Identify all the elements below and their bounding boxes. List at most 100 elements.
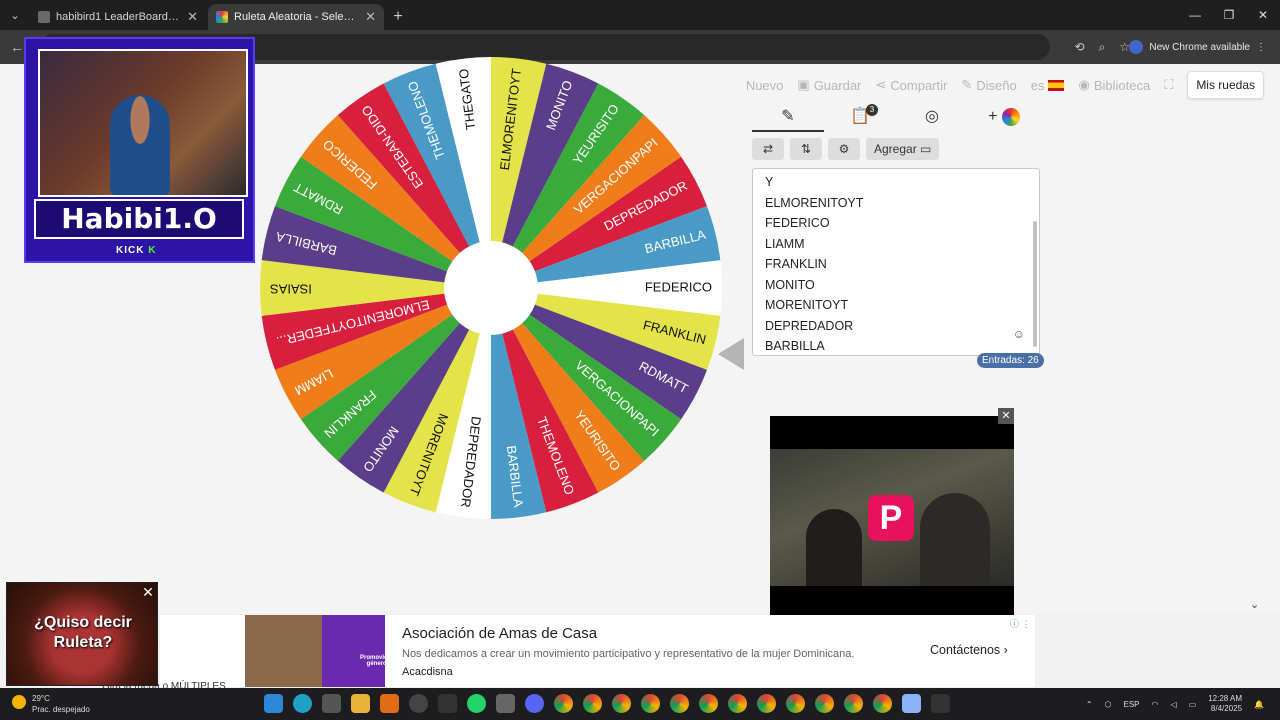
banner-ad[interactable]: Promoviendo la igualdad de género desde … xyxy=(160,615,1035,687)
chrome-icon[interactable] xyxy=(786,694,805,713)
wheel-pointer-arrow xyxy=(718,338,744,370)
chrome-icon[interactable] xyxy=(844,694,863,713)
results-tab[interactable]: 📋 3 xyxy=(824,102,896,132)
chrome-icon[interactable] xyxy=(670,694,689,713)
clock[interactable]: 12:28 AM 8/4/2025 xyxy=(1208,694,1242,714)
agregar-image-button[interactable]: Agregar ▭ xyxy=(866,138,940,160)
guardar-button[interactable]: ▣ Guardar xyxy=(797,77,861,93)
collapse-chevron-icon[interactable]: ⌄ xyxy=(1250,598,1259,611)
spain-flag-icon xyxy=(1048,79,1065,91)
chevron-right-icon: › xyxy=(1003,643,1008,657)
sort-button[interactable]: ⇅ xyxy=(790,138,822,160)
zoom-icon[interactable]: ⌕ xyxy=(1099,40,1106,55)
entry-line[interactable]: DEPREDADOR xyxy=(765,319,1027,340)
fullscreen-icon[interactable]: ⛶ xyxy=(1164,77,1173,93)
panel-actions: ⇄ ⇅ ⚙ Agregar ▭ xyxy=(752,138,1040,160)
chrome-icon[interactable] xyxy=(583,694,602,713)
wheel-svg[interactable]: FEDERICOFRANKLINRDMATTVERGACIONPAPIYEURI… xyxy=(258,55,724,521)
weather-widget[interactable]: 29°C Prac. despejado xyxy=(12,693,90,715)
biblioteca-button[interactable]: ◉ Biblioteca xyxy=(1078,77,1150,93)
whatsapp-icon[interactable] xyxy=(467,694,486,713)
pencil-icon: ✎ xyxy=(781,108,795,125)
app-icon[interactable] xyxy=(438,694,457,713)
minimize-icon[interactable]: — xyxy=(1178,0,1212,30)
close-tab-icon[interactable]: ✕ xyxy=(187,9,198,25)
chrome-icon[interactable] xyxy=(699,694,718,713)
app-icon[interactable] xyxy=(902,694,921,713)
settings-button[interactable]: ⚙ xyxy=(828,138,860,160)
chrome-icon[interactable] xyxy=(873,694,892,713)
spin-wheel[interactable]: FEDERICO FRANKLIN RDMATT VERGACIONPAPI YEURI… xyxy=(258,55,724,521)
add-wheel-tab[interactable]: + xyxy=(968,102,1040,132)
video-figure-right xyxy=(920,493,990,586)
chrome-icon[interactable] xyxy=(728,694,747,713)
app-icon[interactable] xyxy=(931,694,950,713)
input-language[interactable]: ESP xyxy=(1124,700,1140,709)
wheel-center-hub[interactable] xyxy=(444,241,538,335)
banner-advertiser: Acacdisna xyxy=(402,666,453,678)
browser-tab-ruleta[interactable]: Ruleta Aleatoria - Selector Personal ✕ xyxy=(208,4,384,30)
streamer-figure xyxy=(110,95,170,195)
browser-tab-leaderboard[interactable]: habibird1 LeaderBoard | The best ✕ xyxy=(30,4,206,30)
tab-search-chevron-icon[interactable]: ⌄ xyxy=(0,0,30,30)
video-brand-logo: P xyxy=(868,495,914,541)
new-tab-plus-icon[interactable]: + xyxy=(386,4,410,30)
app-icon[interactable] xyxy=(496,694,515,713)
translate-icon[interactable]: ⟲ xyxy=(1074,40,1084,54)
app-icon[interactable] xyxy=(322,694,341,713)
discord-icon[interactable] xyxy=(525,694,544,713)
close-window-icon[interactable]: ✕ xyxy=(1246,0,1280,30)
new-chrome-available-button[interactable]: New Chrome available ⋮ xyxy=(1129,37,1266,57)
chrome-icon[interactable] xyxy=(757,694,776,713)
weather-temp: 29°C xyxy=(32,694,50,703)
wheel-segment-label: FEDERICO xyxy=(645,279,712,294)
ad-info-icon[interactable]: ⓘ ⋮ xyxy=(1010,617,1031,630)
emoji-icon[interactable]: ☺ xyxy=(1013,327,1025,341)
battery-icon[interactable]: ▭ xyxy=(1189,700,1197,709)
entry-line[interactable]: Y xyxy=(765,175,1027,196)
entry-line[interactable]: FRANKLIN xyxy=(765,257,1027,278)
entry-line[interactable]: FEDERICO xyxy=(765,216,1027,237)
mis-ruedas-button[interactable]: Mis ruedas xyxy=(1187,71,1264,99)
entry-line[interactable]: MORENITOYT xyxy=(765,298,1027,319)
volume-icon[interactable]: ◁ xyxy=(1171,700,1177,709)
entries-scrollbar[interactable] xyxy=(1033,221,1037,347)
compartir-button[interactable]: ⋖ Compartir xyxy=(875,77,947,93)
close-ruleta-ad-icon[interactable]: ✕ xyxy=(141,585,155,599)
edge-icon[interactable] xyxy=(293,694,312,713)
app-icon[interactable] xyxy=(380,694,399,713)
kebab-menu-icon[interactable]: ⋮ xyxy=(1256,42,1266,53)
contactenos-button[interactable]: Contáctenos › xyxy=(930,643,1008,657)
file-explorer-icon[interactable] xyxy=(351,694,370,713)
close-tab-icon[interactable]: ✕ xyxy=(365,9,376,25)
chrome-icon[interactable] xyxy=(554,694,573,713)
diseno-button[interactable]: ✎ Diseño xyxy=(961,77,1016,93)
chrome-icon[interactable] xyxy=(815,694,834,713)
video-ad[interactable]: P ✕ xyxy=(770,408,1014,615)
banner-ad-title[interactable]: Asociación de Amas de Casa xyxy=(402,625,597,642)
nuevo-button[interactable]: Nuevo xyxy=(746,78,784,93)
close-video-ad-icon[interactable]: ✕ xyxy=(998,408,1014,424)
color-wheel-icon xyxy=(1001,107,1020,126)
bookmark-star-icon[interactable]: ☆ xyxy=(1119,40,1130,54)
entries-textarea[interactable]: Y ELMORENITOYT FEDERICO LIAMM FRANKLIN MONITO… xyxy=(752,168,1040,356)
tray-app-icon[interactable]: ⬡ xyxy=(1105,700,1112,709)
ruleta-ad[interactable]: ¿Quiso decir Ruleta? ✕ xyxy=(6,582,158,686)
wifi-icon[interactable]: ◠ xyxy=(1152,700,1159,709)
restore-icon[interactable]: ❐ xyxy=(1212,0,1246,30)
app-icon[interactable] xyxy=(409,694,428,713)
tray-chevron-icon[interactable]: ⌃ xyxy=(1086,700,1093,709)
notification-bell-icon[interactable]: 🔔 xyxy=(1254,700,1264,709)
hidden-tab[interactable]: ◎ xyxy=(896,102,968,132)
edit-tab[interactable]: ✎ xyxy=(752,102,824,132)
language-selector[interactable]: es xyxy=(1031,78,1065,93)
chrome-icon[interactable] xyxy=(641,694,660,713)
shuffle-button[interactable]: ⇄ xyxy=(752,138,784,160)
entry-line[interactable]: LIAMM xyxy=(765,237,1027,258)
entry-line[interactable]: ELMORENITOYT xyxy=(765,196,1027,217)
chrome-icon[interactable] xyxy=(612,694,631,713)
banner-ad-image xyxy=(245,615,385,687)
windows-start-icon[interactable] xyxy=(264,694,283,713)
entry-line[interactable]: MONITO xyxy=(765,278,1027,299)
video-figure-left xyxy=(806,509,862,586)
